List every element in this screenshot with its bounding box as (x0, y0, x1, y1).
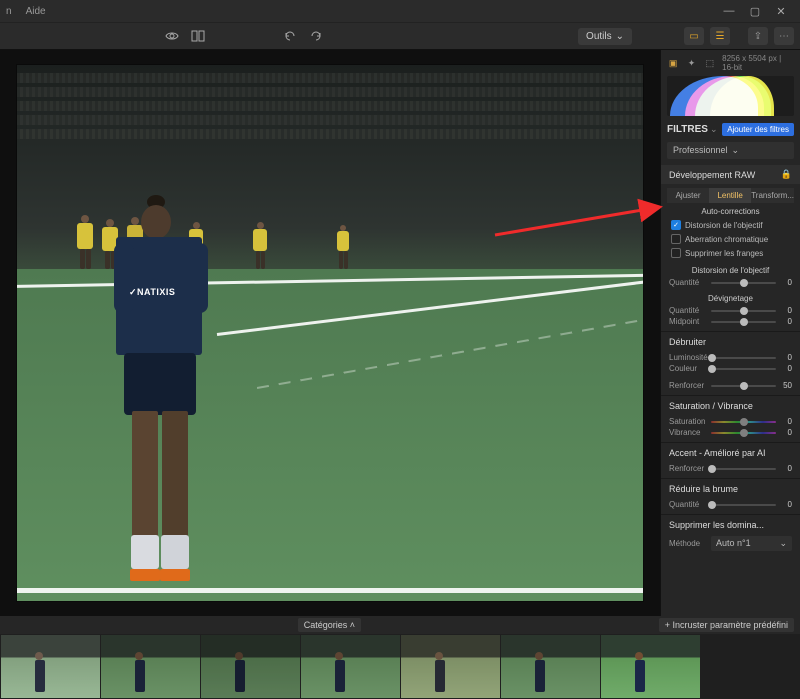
chevron-down-icon: ⌄ (616, 31, 624, 42)
main-toolbar: Outils ⌄ ▭ ☰ ⇪ ⋯ (0, 22, 800, 50)
menu-item[interactable]: n (6, 6, 12, 17)
window-maximize-button[interactable]: ▢ (742, 2, 768, 20)
tab-transform[interactable]: Transform... (751, 188, 794, 203)
photo-preview: ✓NATIXIS (16, 64, 644, 602)
bottom-bar: Catégories ˄ + Incruster paramètre prédé… (0, 616, 800, 634)
tools-dropdown[interactable]: Outils ⌄ (578, 28, 632, 45)
profile-select[interactable]: Professionnel⌄ (667, 142, 794, 159)
export-button[interactable]: ⇪ (748, 27, 768, 45)
vignette-quantity-slider[interactable] (711, 310, 776, 312)
auto-corrections-title: Auto-corrections (661, 203, 800, 218)
satvib-title[interactable]: Saturation / Vibrance (661, 396, 800, 416)
tab-lens[interactable]: Lentille (709, 188, 751, 203)
method-select[interactable]: Auto n°1⌄ (711, 536, 792, 551)
right-panel: ▣ ✦ ⬚ 8256 x 5504 px | 16-bit FILTRES ⌄ … (660, 50, 800, 616)
thumbnail[interactable] (501, 635, 600, 698)
window-close-button[interactable]: ✕ (768, 2, 794, 20)
lock-icon: 🔒 (781, 169, 792, 180)
raw-dev-header[interactable]: Développement RAW 🔒 (661, 165, 800, 184)
chk-lens-distortion[interactable] (671, 220, 681, 230)
thumbnail[interactable] (201, 635, 300, 698)
accent-title[interactable]: Accent - Amélioré par AI (661, 443, 800, 463)
chevron-down-icon[interactable]: ⌄ (710, 124, 718, 135)
dehaze-title[interactable]: Réduire la brume (661, 479, 800, 499)
saturation-slider[interactable] (711, 421, 776, 423)
chk-remove-fringes-label: Supprimer les franges (685, 249, 763, 258)
thumbnail[interactable] (601, 635, 700, 698)
filmstrip[interactable] (0, 634, 800, 699)
vibrance-slider[interactable] (711, 432, 776, 434)
thumbnail[interactable] (401, 635, 500, 698)
foreground-player: ✓NATIXIS (112, 195, 212, 602)
window-minimize-button[interactable]: — (716, 2, 742, 20)
chk-remove-fringes[interactable] (671, 248, 681, 258)
filters-view-button[interactable]: ☰ (710, 27, 730, 45)
lens-quantity-slider[interactable] (711, 282, 776, 284)
chk-lens-distortion-label: Distorsion de l'objectif (685, 221, 763, 230)
denoise-title[interactable]: Débruiter (661, 332, 800, 352)
redo-icon[interactable] (306, 26, 326, 46)
vignette-midpoint-slider[interactable] (711, 321, 776, 323)
shirt-brand-text: ✓NATIXIS (129, 287, 175, 298)
chk-chromatic-aberration[interactable] (671, 234, 681, 244)
dehaze-slider[interactable] (711, 504, 776, 506)
window-titlebar: n Aide — ▢ ✕ (0, 0, 800, 22)
embed-preset-button[interactable]: + Incruster paramètre prédéfini (659, 618, 794, 632)
accent-slider[interactable] (711, 468, 776, 470)
lens-distortion-title: Distorsion de l'objectif (661, 260, 800, 277)
layers-icon[interactable]: ⬚ (704, 56, 716, 70)
thumbnail[interactable] (301, 635, 400, 698)
thumbnail[interactable] (1, 635, 100, 698)
presets-view-button[interactable]: ▭ (684, 27, 704, 45)
eye-icon[interactable] (162, 26, 182, 46)
categories-dropdown[interactable]: Catégories ˄ (298, 618, 361, 632)
add-filters-button[interactable]: Ajouter des filtres (722, 123, 794, 136)
more-button[interactable]: ⋯ (774, 27, 794, 45)
denoise-enhance-slider[interactable] (711, 385, 776, 387)
tools-label: Outils (586, 31, 612, 42)
denoise-color-slider[interactable] (711, 368, 776, 370)
denoise-lum-slider[interactable] (711, 357, 776, 359)
info-icon[interactable]: ✦ (685, 56, 697, 70)
tab-adjust[interactable]: Ajuster (667, 188, 709, 203)
image-dimensions: 8256 x 5504 px | 16-bit (722, 54, 794, 72)
filters-title: FILTRES (667, 124, 708, 135)
menu-help[interactable]: Aide (26, 6, 46, 17)
compare-icon[interactable] (188, 26, 208, 46)
lens-tabs: Ajuster Lentille Transform... (667, 188, 794, 203)
remove-dominant-title[interactable]: Supprimer les domina... (661, 515, 800, 535)
undo-icon[interactable] (280, 26, 300, 46)
histogram-rgb-icon[interactable]: ▣ (667, 56, 679, 70)
histogram[interactable] (667, 76, 794, 116)
chk-chromatic-aberration-label: Aberration chromatique (685, 235, 768, 244)
thumbnail[interactable] (101, 635, 200, 698)
image-canvas[interactable]: ✓NATIXIS (0, 50, 660, 616)
vignette-title: Dévignetage (661, 288, 800, 305)
